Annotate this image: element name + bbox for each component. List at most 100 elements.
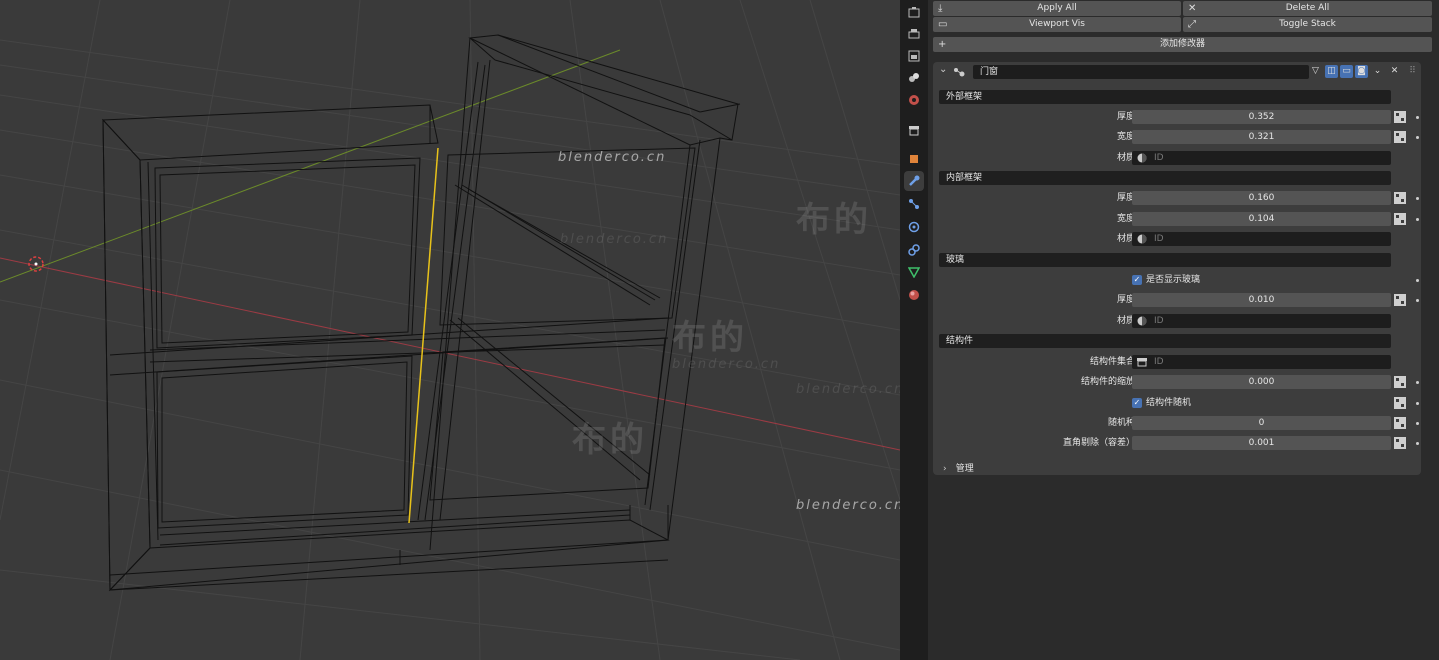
section-inner-frame[interactable]: 内部框架 <box>939 171 1391 185</box>
collection-icon <box>1137 358 1147 367</box>
input-socket-icon[interactable] <box>1394 111 1406 123</box>
structure-random-checkbox[interactable]: ✓ <box>1132 398 1142 408</box>
glass-material-field[interactable]: ID <box>1132 314 1391 328</box>
tab-collection[interactable] <box>904 120 924 140</box>
delete-all-button[interactable]: ✕ Delete All <box>1183 1 1432 16</box>
watermark-site: blenderco.cn <box>558 150 667 165</box>
drag-handle-icon[interactable]: ⠿ <box>1406 65 1419 78</box>
section-manage[interactable]: › 管理 <box>943 456 974 474</box>
viewport-canvas[interactable] <box>0 0 900 660</box>
x-axis-line <box>0 257 900 451</box>
input-socket-icon[interactable] <box>1394 437 1406 449</box>
tab-tool[interactable] <box>904 2 924 22</box>
structure-scale-label: 结构件的缩放 <box>1080 377 1135 387</box>
chevron-down-icon[interactable]: ⌄ <box>939 64 947 75</box>
particles-icon <box>909 199 919 209</box>
tab-physics[interactable] <box>904 217 924 237</box>
keyframe-dot-icon[interactable] <box>1416 299 1419 302</box>
keyframe-dot-icon[interactable] <box>1416 197 1419 200</box>
section-outer-frame[interactable]: 外部框架 <box>939 90 1391 104</box>
tab-render[interactable] <box>904 24 924 44</box>
filter-icon[interactable]: ▽ <box>1309 65 1322 78</box>
input-socket-icon[interactable] <box>1394 131 1406 143</box>
input-socket-icon[interactable] <box>1394 192 1406 204</box>
close-icon[interactable]: ✕ <box>1388 65 1401 78</box>
scene-icon <box>909 95 919 105</box>
chevron-right-icon: › <box>943 464 947 474</box>
collection-icon <box>909 126 919 136</box>
keyframe-dot-icon[interactable] <box>1416 116 1419 119</box>
render-icon <box>908 29 920 39</box>
structure-random-label: 结构件随机 <box>1146 398 1192 408</box>
tab-object[interactable] <box>904 149 924 169</box>
material-icon <box>1137 234 1147 244</box>
outer-thickness-field[interactable]: 0.352 <box>1132 110 1391 124</box>
structure-scale-field[interactable]: 0.000 <box>1132 375 1391 389</box>
output-icon <box>908 50 920 62</box>
3d-viewport[interactable]: blenderco.cn blenderco.cn blenderco.cn b… <box>0 0 900 660</box>
keyframe-dot-icon[interactable] <box>1416 402 1419 405</box>
input-socket-icon[interactable] <box>1394 397 1406 409</box>
input-socket-icon[interactable] <box>1394 294 1406 306</box>
keyframe-dot-icon[interactable] <box>1416 136 1419 139</box>
random-seed-field[interactable]: 0 <box>1132 416 1391 430</box>
material-icon <box>1137 316 1147 326</box>
keyframe-dot-icon[interactable] <box>1416 381 1419 384</box>
glass-thickness-field[interactable]: 0.010 <box>1132 293 1391 307</box>
structure-collection-field[interactable]: ID <box>1132 355 1391 369</box>
window-wireframe[interactable] <box>101 34 741 592</box>
material-icon <box>909 290 919 300</box>
inner-thickness-field[interactable]: 0.160 <box>1132 191 1391 205</box>
mesh-data-icon <box>908 267 920 278</box>
modifier-header[interactable]: ⌄ 门窗 ▽ ◫ ▭ ◙ ⌄ ✕ ⠿ <box>933 62 1421 82</box>
toggle-stack-button[interactable]: ⤢ Toggle Stack <box>1183 17 1432 32</box>
tab-data[interactable] <box>904 262 924 282</box>
keyframe-dot-icon[interactable] <box>1416 218 1419 221</box>
keyframe-dot-icon[interactable] <box>1416 279 1419 282</box>
bevel-tolerance-label: 直角剔除（容差） <box>1062 438 1135 448</box>
tool-icon <box>908 7 920 18</box>
input-socket-icon[interactable] <box>1394 213 1406 225</box>
input-socket-icon[interactable] <box>1394 376 1406 388</box>
close-icon: ✕ <box>1188 3 1197 14</box>
watermark-site: blenderco.cn <box>796 498 900 513</box>
watermark-brand: 布的 <box>796 200 872 240</box>
tab-constraints[interactable] <box>904 240 924 260</box>
keyframe-dot-icon[interactable] <box>1416 442 1419 445</box>
chevron-down-icon[interactable]: ⌄ <box>1371 65 1384 78</box>
modifier-name-field[interactable]: 门窗 <box>973 65 1309 79</box>
tab-particles[interactable] <box>904 194 924 214</box>
show-glass-label: 是否显示玻璃 <box>1146 275 1201 285</box>
inner-width-field[interactable]: 0.104 <box>1132 212 1391 226</box>
object-icon <box>910 155 918 163</box>
download-icon: ⤓ <box>938 3 943 14</box>
inner-material-field[interactable]: ID <box>1132 232 1391 246</box>
camera-icon[interactable]: ◙ <box>1355 65 1368 78</box>
bevel-tolerance-field[interactable]: 0.001 <box>1132 436 1391 450</box>
expand-icon: ⤢ <box>1188 19 1196 30</box>
tab-view-layer[interactable] <box>904 68 924 88</box>
properties-tab-bar <box>900 0 928 660</box>
watermark-site: blenderco.cn <box>796 382 900 397</box>
viewport-vis-button[interactable]: ▭ Viewport Vis <box>933 17 1181 32</box>
edit-mode-icon[interactable]: ◫ <box>1325 65 1338 78</box>
monitor-icon[interactable]: ▭ <box>1340 65 1353 78</box>
outer-width-field[interactable]: 0.321 <box>1132 130 1391 144</box>
outer-material-field[interactable]: ID <box>1132 151 1391 165</box>
wrench-icon <box>909 175 920 186</box>
tab-material[interactable] <box>904 285 924 305</box>
keyframe-dot-icon[interactable] <box>1416 422 1419 425</box>
material-icon <box>1137 153 1147 163</box>
apply-all-button[interactable]: ⤓ Apply All <box>933 1 1181 16</box>
tab-scene[interactable] <box>904 90 924 110</box>
constraint-icon <box>908 244 920 256</box>
show-glass-checkbox[interactable]: ✓ <box>1132 275 1142 285</box>
watermark-site: blenderco.cn <box>672 357 781 372</box>
tab-output[interactable] <box>904 46 924 66</box>
geometry-nodes-icon <box>954 68 965 77</box>
input-socket-icon[interactable] <box>1394 417 1406 429</box>
tab-modifiers[interactable] <box>904 171 924 191</box>
add-modifier-button[interactable]: + 添加修改器 <box>933 37 1432 52</box>
section-structure[interactable]: 结构件 <box>939 334 1391 348</box>
section-glass[interactable]: 玻璃 <box>939 253 1391 267</box>
